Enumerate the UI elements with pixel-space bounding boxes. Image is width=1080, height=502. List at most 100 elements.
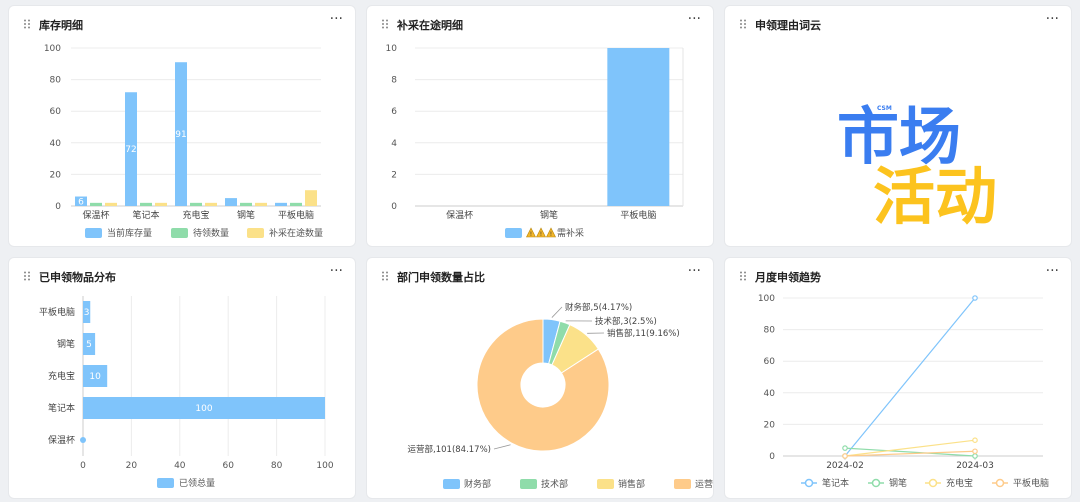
x-tick-label: 保温杯: [446, 209, 473, 221]
legend-label: 充电宝: [946, 477, 973, 489]
bar: [240, 202, 252, 206]
bar: [190, 202, 202, 206]
svg-text:!: !: [550, 231, 552, 238]
warning-triangle-icon: !: [526, 227, 536, 238]
legend-swatch: [597, 479, 614, 489]
legend-swatch: [520, 479, 537, 489]
legend-swatch: [247, 228, 264, 238]
legend-label: 销售部: [618, 478, 645, 490]
y-tick-label: 80: [764, 326, 776, 336]
bar: [155, 202, 167, 206]
x-tick-label: 平板电脑: [278, 209, 314, 221]
x-tick-label: 2024-02: [826, 461, 864, 471]
word-huodong: 活动: [873, 160, 998, 233]
word-shichang: 市场: [837, 100, 962, 173]
y-tick-label: 20: [764, 420, 776, 430]
y-tick-label: 0: [391, 202, 397, 212]
legend-label: 技术部: [541, 478, 568, 490]
y-tick-label: 保温杯: [48, 434, 75, 446]
x-tick-label: 60: [222, 461, 234, 471]
data-point: [972, 437, 978, 444]
bar-label: 3: [84, 308, 90, 318]
y-tick-label: 80: [50, 76, 62, 86]
x-tick-label: 充电宝: [182, 209, 209, 221]
department-card: 部门申领数量占比 ··· 财务部,5(4.17%) 技术部,3(2.5%) 销售部,…: [366, 257, 714, 499]
bar-label: 10: [89, 372, 101, 382]
y-tick-label: 钢笔: [57, 338, 75, 350]
x-tick-label: 笔记本: [132, 209, 159, 221]
y-tick-label: 20: [50, 170, 62, 180]
bar-label: 91: [175, 130, 186, 140]
bar-label: 72: [125, 145, 136, 155]
slice-label: 技术部,3(2.5%): [595, 316, 657, 327]
y-tick-label: 100: [758, 294, 775, 304]
card-title: 申领理由词云: [755, 19, 821, 32]
legend-swatch: [674, 479, 691, 489]
legend-swatch: [505, 228, 522, 238]
legend-swatch: [928, 478, 938, 488]
legend-swatch: [85, 228, 102, 238]
slice-label: 销售部,11(9.16%): [607, 328, 680, 339]
x-tick-label: 40: [174, 461, 186, 471]
bar-label: 100: [195, 404, 212, 414]
bar: [105, 202, 117, 206]
warning-triangle-icon: !: [536, 227, 546, 238]
y-tick-label: 40: [50, 139, 62, 149]
legend-swatch: [871, 478, 881, 488]
y-tick-label: 2: [391, 170, 397, 180]
inventory-card: 库存明细 ··· 0 20 40 60 80 100 保温杯 6 笔记本 72 充电宝 91 钢笔 平板电…: [8, 5, 356, 247]
bar: [607, 48, 670, 206]
card-header: 申领理由词云 ···: [725, 6, 1071, 42]
bar: [255, 202, 267, 206]
label-line: [493, 444, 511, 450]
legend-label: 笔记本: [822, 477, 849, 489]
department-chart: 财务部,5(4.17%) 技术部,3(2.5%)销售部,11(9.16%) 运营部,…: [408, 302, 714, 490]
y-tick-label: 60: [50, 107, 62, 117]
y-tick-label: 4: [391, 139, 397, 149]
bar-label: 5: [86, 340, 92, 350]
slice-label: 运营部,101(84.17%): [408, 444, 491, 455]
bar: [80, 437, 86, 443]
monthly-chart: 0 20 40 60 80 100 2024-02 2024-03 笔记本 钢笔 充电宝 平板电脑: [758, 294, 1049, 489]
data-point: [842, 453, 848, 459]
bar: [290, 202, 302, 206]
data-point: [972, 295, 978, 301]
bar: [225, 198, 237, 206]
legend-label: 钢笔: [889, 477, 907, 489]
y-tick-label: 笔记本: [48, 402, 75, 414]
x-tick-label: 钢笔: [540, 209, 558, 221]
distribution-card: 已申领物品分布 ··· 0 20 40 60 80 100 保温杯 笔记本 100 充电宝 10 钢笔…: [8, 257, 356, 499]
slice-label: 财务部,5(4.17%): [565, 302, 632, 313]
y-tick-label: 平板电脑: [39, 306, 75, 318]
y-tick-label: 8: [391, 76, 397, 86]
bar: [90, 202, 102, 206]
bar: [205, 202, 217, 206]
warning-triangle-icon: !: [546, 227, 556, 238]
legend-label: 财务部: [464, 478, 491, 490]
y-tick-label: 60: [764, 357, 776, 367]
legend-swatch: [804, 478, 814, 488]
label-line: [551, 306, 563, 318]
x-tick-label: 80: [271, 461, 283, 471]
legend-label: 补采在途数量: [269, 227, 323, 239]
svg-text:!: !: [540, 231, 542, 238]
monthly-card: 月度申领趋势 ··· 0 20 40 60 80 100 2024-02 2024-03 笔记本…: [724, 257, 1072, 499]
legend-label: 需补采: [557, 227, 584, 239]
bar: [275, 202, 287, 206]
legend-swatch: [995, 478, 1005, 488]
x-tick-label: 2024-03: [956, 461, 994, 471]
drag-handle-icon[interactable]: [739, 19, 747, 29]
bar-label: 6: [78, 197, 84, 207]
x-tick-label: 100: [316, 461, 333, 471]
legend-swatch: [443, 479, 460, 489]
legend-label: 待领数量: [193, 227, 229, 239]
more-options-icon[interactable]: ···: [1046, 11, 1059, 27]
legend-label: 运营部: [695, 478, 714, 490]
data-point: [972, 448, 978, 455]
y-tick-label: 0: [55, 202, 61, 212]
replenish-chart: 0 2 4 6 8 10 保温杯 钢笔 平板电脑!!! 需补采: [386, 44, 684, 239]
y-tick-label: 0: [769, 452, 775, 462]
inventory-chart: 0 20 40 60 80 100 保温杯 6 笔记本 72 充电宝 91 钢笔 平板电脑当前库存量 待领数…: [44, 44, 323, 239]
x-tick-label: 0: [80, 461, 86, 471]
bar: [305, 190, 317, 206]
